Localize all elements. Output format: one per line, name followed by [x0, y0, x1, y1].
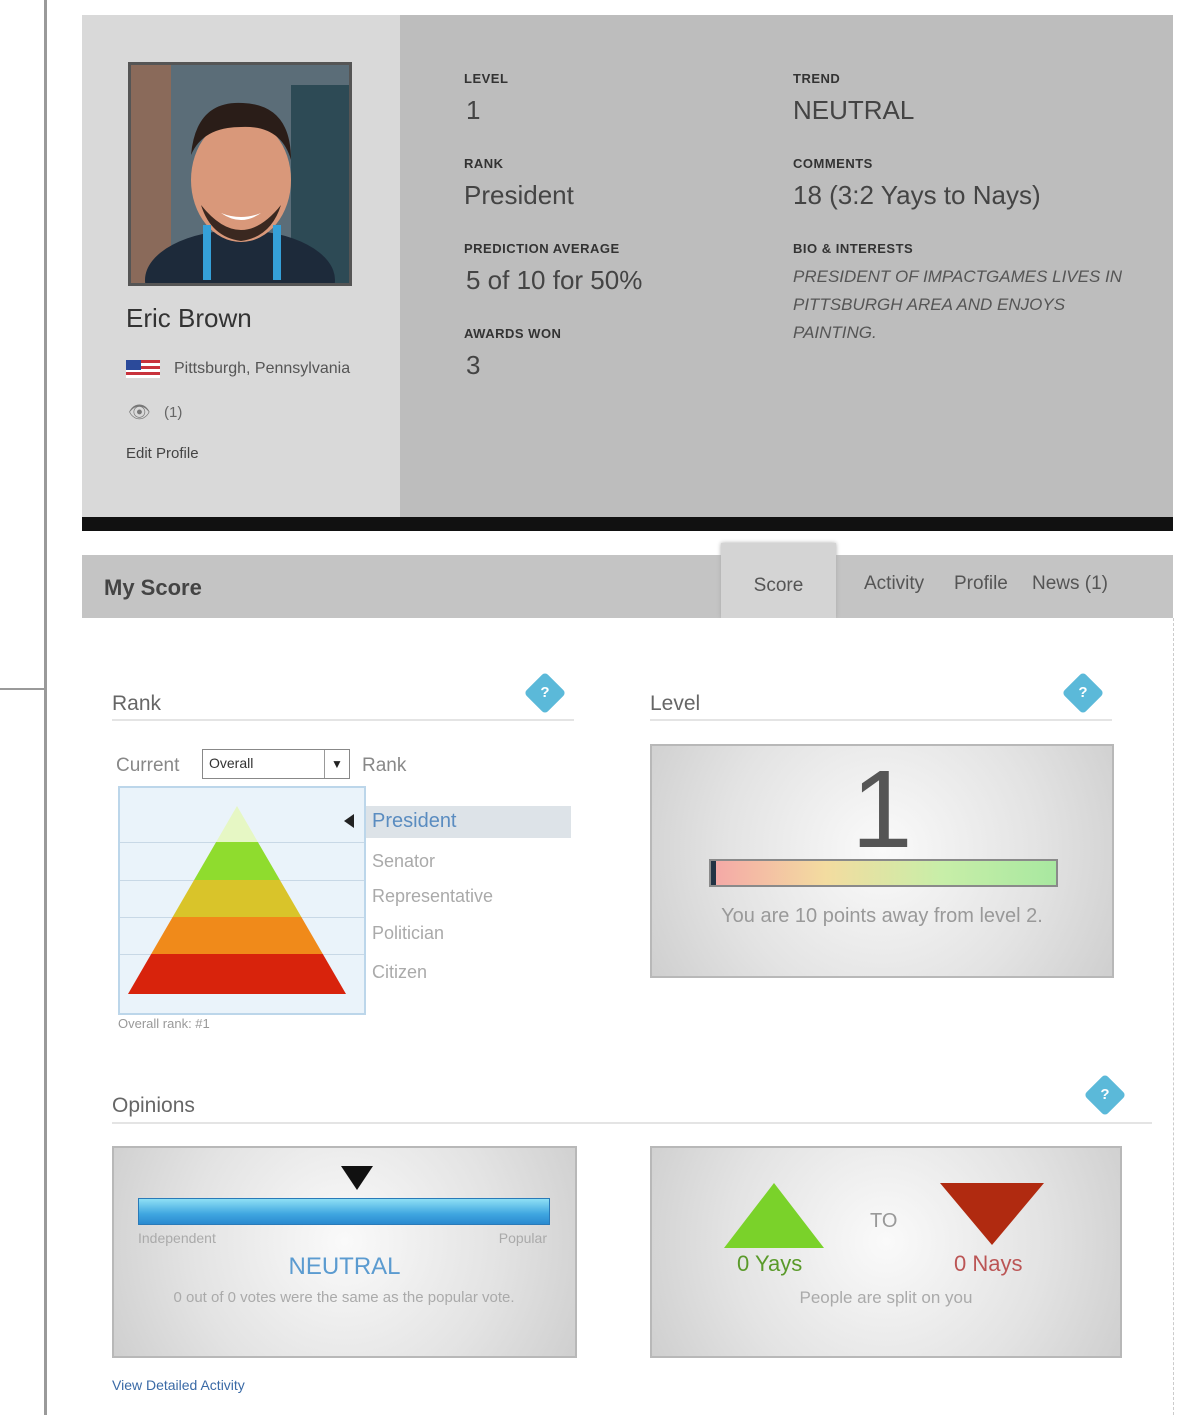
level-label: LEVEL	[464, 71, 509, 86]
trend-value: NEUTRAL	[793, 95, 915, 125]
header-divider	[82, 517, 1173, 531]
opinion-summary: People are split on you	[799, 1288, 973, 1307]
popularity-marker-icon	[341, 1166, 373, 1190]
tab-news[interactable]: News (1)	[1032, 573, 1108, 595]
rank-suffix-label: Rank	[362, 755, 407, 776]
prediction-value: 5 of 10 for 50%	[466, 265, 643, 295]
avatar	[128, 62, 352, 286]
rank-help-icon[interactable]: ?	[523, 671, 567, 715]
overall-rank: Overall rank: #1	[118, 1016, 210, 1031]
popularity-panel: Independent Popular NEUTRAL 0 out of 0 v…	[112, 1146, 577, 1358]
yays-nays-panel: TO 0 Yays 0 Nays People are split on you	[650, 1146, 1122, 1358]
rank-label: RANK	[464, 156, 504, 171]
edit-profile-link[interactable]: Edit Profile	[126, 445, 199, 462]
nays-count: 0 Nays	[954, 1251, 1023, 1276]
page-border-stub	[0, 688, 46, 690]
tab-profile[interactable]: Profile	[954, 573, 1008, 595]
pyramid-icon	[128, 806, 346, 994]
rank-item-representative: Representative	[372, 886, 494, 906]
yays-count: 0 Yays	[737, 1251, 803, 1276]
profile-header: Eric Brown Pittsburgh, Pennsylvania 👁 (1…	[82, 15, 1173, 517]
opinions-section-title: Opinions	[112, 1094, 195, 1117]
profile-name: Eric Brown	[126, 303, 252, 333]
views-count: (1)	[164, 404, 183, 421]
rank-pyramid	[118, 786, 366, 1015]
opinions-section-rule	[112, 1122, 1152, 1124]
rank-item-citizen: Citizen	[372, 962, 428, 982]
rank-item-president: President	[372, 810, 457, 832]
view-detailed-activity-link[interactable]: View Detailed Activity	[112, 1377, 245, 1393]
current-rank-pointer-icon	[344, 814, 354, 828]
us-flag-icon	[126, 360, 160, 378]
current-label: Current	[116, 755, 180, 776]
section-title: My Score	[104, 575, 202, 600]
level-help-icon[interactable]: ?	[1061, 671, 1105, 715]
opinion-description: 0 out of 0 votes were the same as the po…	[173, 1289, 515, 1306]
rank-section-title: Rank	[112, 692, 162, 715]
rank-item-politician: Politician	[372, 923, 445, 943]
page-border-line	[44, 0, 47, 1415]
yay-triangle-icon	[724, 1183, 824, 1248]
rank-scope-value: Overall	[209, 755, 254, 771]
rank-scope-select[interactable]: Overall ▼	[202, 749, 350, 779]
bio-text: President of ImpactGames lives in Pittsb…	[793, 267, 1123, 342]
popularity-bar	[138, 1198, 550, 1225]
level-section-title: Level	[650, 692, 701, 715]
rank-item-senator: Senator	[372, 851, 436, 871]
eye-icon: 👁	[128, 402, 151, 422]
profile-location: Pittsburgh, Pennsylvania	[174, 360, 351, 377]
level-panel: 1 You are 10 points away from level 2.	[650, 744, 1114, 978]
tab-activity[interactable]: Activity	[864, 573, 924, 595]
trend-label: TREND	[793, 71, 841, 86]
tab-score[interactable]: Score	[721, 543, 836, 618]
prediction-label: PREDICTION AVERAGE	[464, 241, 620, 256]
popular-label: Popular	[498, 1230, 547, 1246]
level-progress-note: You are 10 points away from level 2.	[721, 905, 1043, 927]
comments-value: 18 (3:2 Yays to Nays)	[793, 180, 1041, 210]
comments-label: COMMENTS	[793, 156, 873, 171]
level-progress-bar	[709, 859, 1058, 887]
rank-section-rule	[112, 719, 574, 721]
level-section-rule	[650, 719, 1112, 721]
level-number: 1	[851, 748, 913, 871]
level-value: 1	[466, 95, 481, 125]
independent-label: Independent	[138, 1230, 216, 1246]
to-label: TO	[870, 1210, 898, 1232]
score-tab-bar: My Score Score Activity Profile News (1)	[82, 543, 1173, 618]
profile-card: Eric Brown Pittsburgh, Pennsylvania 👁 (1…	[82, 15, 400, 517]
opinions-help-icon[interactable]: ?	[1083, 1073, 1127, 1117]
opinion-status: NEUTRAL	[288, 1253, 401, 1280]
chevron-down-icon[interactable]: ▼	[324, 750, 349, 778]
rank-value: President	[464, 180, 574, 210]
bio-label: BIO & INTERESTS	[793, 241, 914, 256]
awards-label: AWARDS WON	[464, 326, 562, 341]
awards-value: 3	[466, 350, 481, 380]
nay-triangle-icon	[940, 1183, 1044, 1245]
